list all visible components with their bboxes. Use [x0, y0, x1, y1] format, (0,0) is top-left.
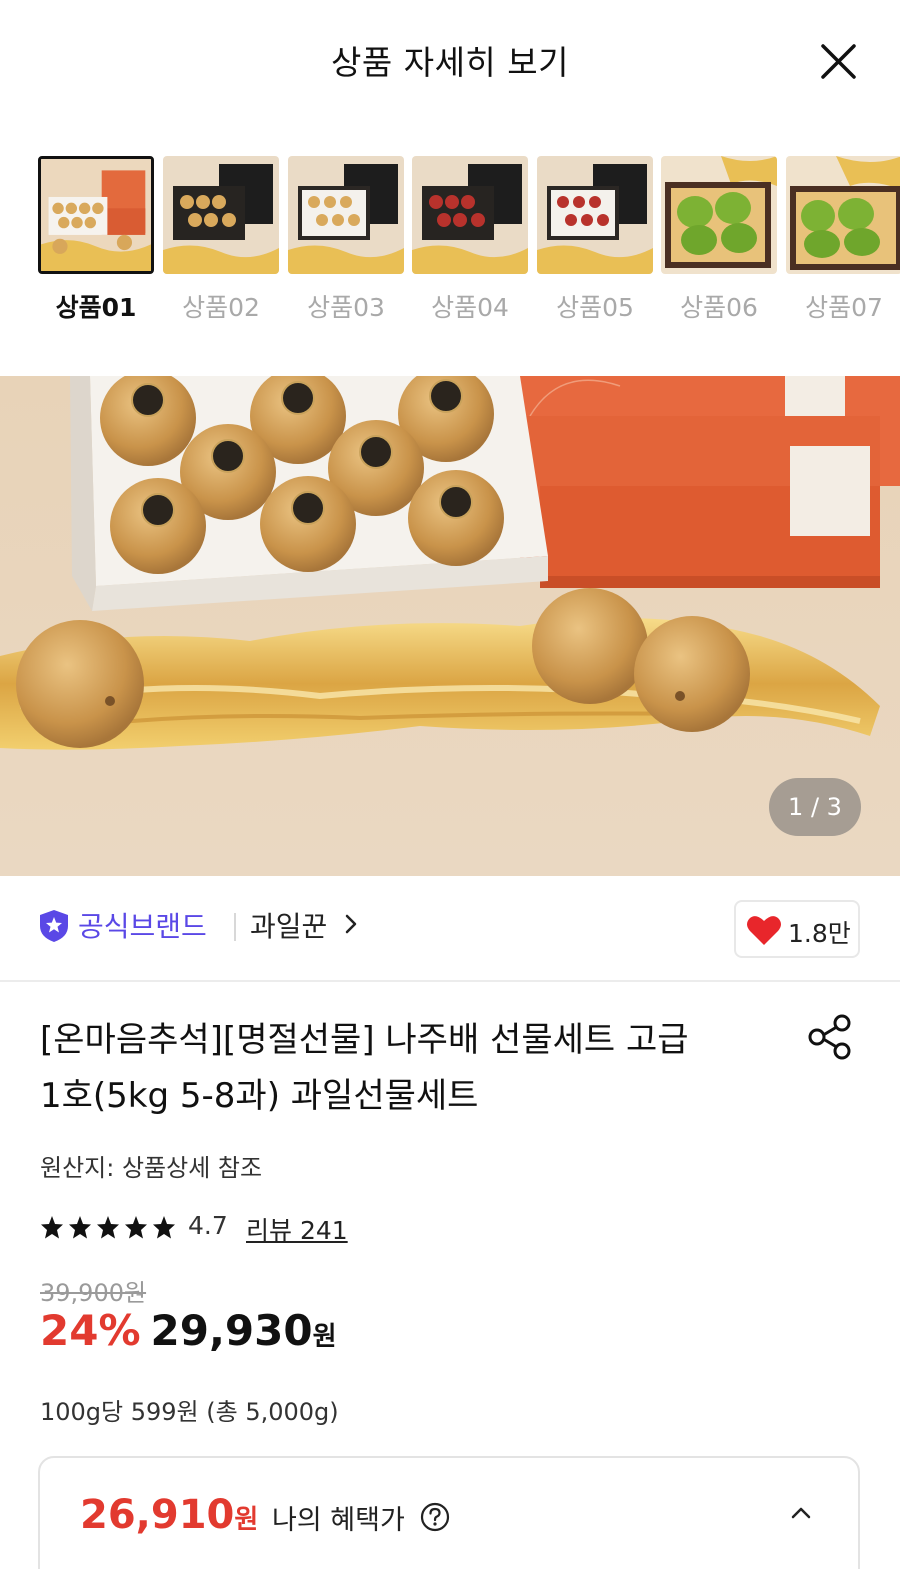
brand-row: 공식브랜드 과일꾼 1.8만 — [0, 876, 900, 982]
original-price: 39,900원 — [40, 1279, 147, 1307]
close-icon — [821, 44, 856, 79]
origin-info: 원산지: 상품상세 참조 — [40, 1154, 263, 1182]
page-title: 상품 자세히 보기 — [331, 43, 569, 82]
help-icon[interactable] — [420, 1502, 450, 1532]
thumbnail-5[interactable] — [537, 156, 653, 274]
thumbnail-6[interactable] — [661, 156, 777, 274]
thumbnail-3[interactable] — [288, 156, 404, 274]
price-row: 24% 29,930원 — [40, 1306, 337, 1366]
benefit-label: 나의 혜택가 — [272, 1505, 405, 1536]
official-badge-icon — [40, 910, 68, 942]
product-title-line-2: 1호(5kg 5-8과) 과일선물세트 — [40, 1076, 479, 1116]
thumbnail-image-pears-orange-box — [41, 159, 151, 271]
product-image[interactable] — [0, 376, 900, 876]
official-brand-label: 공식브랜드 — [78, 910, 207, 943]
sale-price-unit: 원 — [312, 1322, 337, 1352]
heart-icon — [747, 916, 781, 945]
chevron-right-icon — [345, 914, 357, 934]
image-counter: 1 / 3 — [769, 778, 861, 836]
chevron-up-icon[interactable] — [790, 1506, 812, 1520]
thumbnail-image-apples-black-box — [412, 156, 528, 274]
product-title: [온마음추석][명절선물] 나주배 선물세트 고급 1호(5kg 5-8과) 과… — [40, 1012, 780, 1124]
thumbnail-label-5[interactable]: 상품05 — [537, 288, 653, 324]
like-count: 1.8만 — [788, 919, 851, 948]
brand-name-link[interactable]: 과일꾼 — [250, 905, 327, 945]
thumbnail-4[interactable] — [412, 156, 528, 274]
rating-value: 4.7 — [188, 1211, 228, 1240]
sale-price: 29,930 — [150, 1306, 313, 1355]
header: 상품 자세히 보기 — [0, 0, 900, 120]
close-button[interactable] — [812, 36, 864, 88]
thumbnail-label-6[interactable]: 상품06 — [661, 288, 777, 324]
like-button[interactable]: 1.8만 — [734, 900, 860, 958]
thumbnail-label-2[interactable]: 상품02 — [163, 288, 279, 324]
benefit-price-unit: 원 — [234, 1505, 259, 1535]
thumbnail-7[interactable] — [786, 156, 900, 274]
product-photo-pear-gift-set — [0, 376, 900, 876]
share-icon[interactable] — [806, 1014, 854, 1060]
product-title-line-1: [온마음추석][명절선물] 나주배 선물세트 고급 — [40, 1020, 689, 1060]
thumbnail-image-grapes-box — [661, 156, 777, 274]
brand-divider — [234, 913, 236, 941]
thumbnail-label-7[interactable]: 상품07 — [786, 288, 900, 324]
benefit-price-value: 26,910 — [80, 1492, 235, 1538]
thumbnail-strip: 상품01 상품02 상품03 상품04 상품05 상품06 상품07 — [0, 156, 900, 336]
unit-price: 100g당 599원 (총 5,000g) — [40, 1398, 339, 1426]
review-count-link[interactable]: 리뷰 241 — [246, 1211, 348, 1247]
thumbnail-image-pears-white-tray — [288, 156, 404, 274]
star-rating-icon — [41, 1216, 175, 1239]
benefit-price: 26,910원 — [80, 1492, 258, 1538]
thumbnail-image-apples-white-tray — [537, 156, 653, 274]
thumbnail-2[interactable] — [163, 156, 279, 274]
thumbnail-label-4[interactable]: 상품04 — [412, 288, 528, 324]
thumbnail-image-pears-black-box — [163, 156, 279, 274]
thumbnail-image-grapes-box-2 — [786, 156, 900, 274]
discount-rate: 24% — [40, 1306, 141, 1355]
benefit-price-panel[interactable]: 26,910원 나의 혜택가 — [38, 1456, 860, 1569]
thumbnail-label-1[interactable]: 상품01 — [38, 288, 154, 324]
thumbnail-1[interactable] — [38, 156, 154, 274]
thumbnail-label-3[interactable]: 상품03 — [288, 288, 404, 324]
